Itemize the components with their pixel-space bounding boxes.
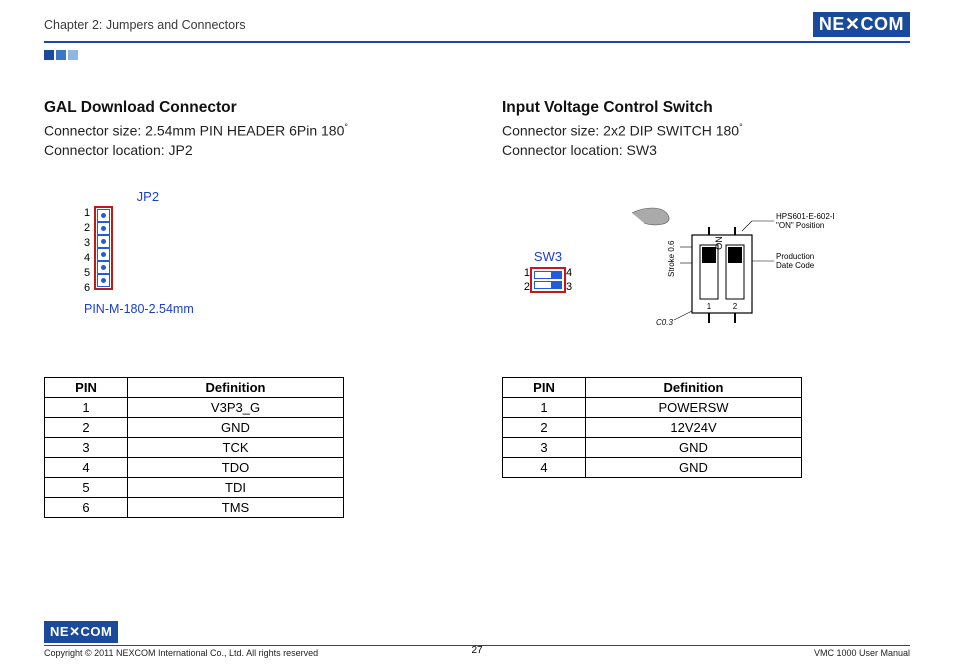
right-connector-size: Connector size: 2x2 DIP SWITCH 180° xyxy=(502,121,910,141)
right-column: Input Voltage Control Switch Connector s… xyxy=(502,99,910,518)
chapter-title: Chapter 2: Jumpers and Connectors xyxy=(44,18,246,32)
left-connector-size: Connector size: 2.54mm PIN HEADER 6Pin 1… xyxy=(44,121,452,141)
jp2-pin-table: PIN Definition 1V3P3_G 2GND 3TCK 4TDO 5T… xyxy=(44,377,344,518)
svg-text:"ON" Position: "ON" Position xyxy=(776,221,824,230)
table-row: 3TCK xyxy=(45,437,344,457)
sw3-illustration: ON HPS601-E-602-E "ON" Position Producti… xyxy=(614,207,834,337)
page-number: 27 xyxy=(471,645,482,656)
left-column: GAL Download Connector Connector size: 2… xyxy=(44,99,452,518)
table-row: 3GND xyxy=(503,437,802,457)
svg-text:HPS601-E-602-E: HPS601-E-602-E xyxy=(776,212,834,221)
table-row: 6TMS xyxy=(45,497,344,517)
svg-text:2: 2 xyxy=(733,302,738,311)
table-row: 2GND xyxy=(45,417,344,437)
left-connector-location: Connector location: JP2 xyxy=(44,141,452,161)
sw3-diagram: SW3 1 4 2 3 xyxy=(502,189,910,349)
brand-logo: NE✕COM xyxy=(813,12,910,37)
sw3-pin-table: PIN Definition 1POWERSW 212V24V 3GND 4GN… xyxy=(502,377,802,478)
jp2-connector-graphic xyxy=(94,206,113,290)
svg-text:Stroke 0.6: Stroke 0.6 xyxy=(667,240,676,277)
header-rule xyxy=(44,41,910,43)
svg-text:C0.3: C0.3 xyxy=(656,318,673,327)
table-header-def: Definition xyxy=(586,377,802,397)
right-connector-location: Connector location: SW3 xyxy=(502,141,910,161)
copyright-text: Copyright © 2011 NEXCOM International Co… xyxy=(44,648,318,658)
manual-title: VMC 1000 User Manual xyxy=(814,648,910,658)
table-header-pin: PIN xyxy=(45,377,128,397)
svg-text:Date Code: Date Code xyxy=(776,261,815,270)
svg-text:1: 1 xyxy=(707,302,712,311)
table-row: 1V3P3_G xyxy=(45,397,344,417)
decorative-squares xyxy=(44,47,954,65)
sw3-diagram-title: SW3 xyxy=(512,249,584,264)
sw3-switch-graphic: 1 4 2 3 xyxy=(512,266,584,294)
table-header-pin: PIN xyxy=(503,377,586,397)
table-row: 212V24V xyxy=(503,417,802,437)
table-row: 1POWERSW xyxy=(503,397,802,417)
jp2-part-label: PIN-M-180-2.54mm xyxy=(84,302,194,316)
left-section-title: GAL Download Connector xyxy=(44,99,452,117)
table-row: 4TDO xyxy=(45,457,344,477)
jp2-diagram-title: JP2 xyxy=(102,189,194,204)
right-section-title: Input Voltage Control Switch xyxy=(502,99,910,117)
jp2-diagram: JP2 1 2 3 4 5 6 xyxy=(44,189,452,349)
footer-brand-logo: NE✕COM xyxy=(44,621,118,643)
svg-text:ON: ON xyxy=(714,236,724,250)
table-row: 5TDI xyxy=(45,477,344,497)
page-header: Chapter 2: Jumpers and Connectors NE✕COM xyxy=(0,0,954,41)
table-row: 4GND xyxy=(503,457,802,477)
table-header-def: Definition xyxy=(128,377,344,397)
main-content: GAL Download Connector Connector size: 2… xyxy=(0,65,954,518)
svg-text:Production: Production xyxy=(776,252,814,261)
jp2-pin-numbers: 1 2 3 4 5 6 xyxy=(84,206,90,296)
